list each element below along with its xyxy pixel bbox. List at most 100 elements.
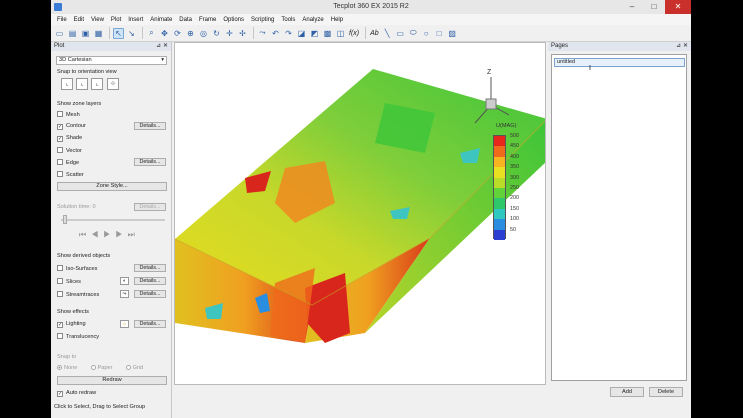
edge-checkbox[interactable]	[57, 159, 63, 165]
menu-analyze[interactable]: Analyze	[302, 17, 323, 23]
menu-edit[interactable]: Edit	[74, 17, 84, 23]
next-frame-icon[interactable]: ▶	[115, 230, 127, 239]
effect-lighting[interactable]: ✓ Lighting	[57, 321, 86, 328]
slice-icon[interactable]: ↶	[270, 28, 281, 39]
mesh-checkbox[interactable]	[57, 111, 63, 117]
snap-paper-radio[interactable]	[90, 365, 96, 370]
page-item-untitled[interactable]: untitled I	[554, 58, 685, 72]
add-streamtrace-icon[interactable]: ⤳	[257, 28, 268, 39]
extract-icon[interactable]: ✢	[237, 28, 248, 39]
twist-rotate-icon[interactable]: ↻	[211, 28, 222, 39]
rollerball-icon[interactable]: ⊕	[185, 28, 196, 39]
solution-details-button[interactable]: Details...	[134, 203, 166, 211]
probe-icon[interactable]: ✛	[224, 28, 235, 39]
menu-file[interactable]: File	[57, 17, 67, 23]
iso-checkbox[interactable]	[57, 265, 63, 271]
layer-edge[interactable]: Edge	[57, 159, 79, 166]
menu-help[interactable]: Help	[331, 17, 343, 23]
snap-yz-icon[interactable]: ⌞	[91, 78, 103, 90]
close-panel-icon[interactable]: ✕	[163, 42, 168, 51]
snap-xy-icon[interactable]: ⌞	[61, 78, 73, 90]
menu-scripting[interactable]: Scripting	[251, 17, 274, 23]
solution-time-slider[interactable]	[61, 215, 165, 224]
slice-tool-icon[interactable]: ◐	[120, 277, 129, 285]
menu-options[interactable]: Options	[223, 17, 244, 23]
selector-arrow-icon[interactable]: ↖	[113, 27, 124, 39]
streamtraces-details-button[interactable]: Details...	[134, 290, 166, 298]
effect-translucency[interactable]: Translucency	[57, 333, 99, 340]
auto-redraw[interactable]: ✓ Auto redraw	[57, 390, 96, 397]
mesh-icon[interactable]: ▩	[322, 28, 333, 39]
contour-details-button[interactable]: Details...	[134, 122, 166, 130]
streamtraces-checkbox[interactable]	[57, 291, 63, 297]
formula-icon[interactable]: f(x)	[348, 28, 360, 39]
plot-icon[interactable]: ◫	[335, 28, 346, 39]
shade-checkbox[interactable]: ✓	[57, 136, 63, 142]
print-icon[interactable]: ▦	[93, 28, 104, 39]
new-layout-icon[interactable]: ▭	[54, 28, 65, 39]
derived-streamtraces[interactable]: Streamtraces	[57, 291, 99, 298]
slider-thumb[interactable]	[63, 215, 67, 224]
layer-contour[interactable]: ✓ Contour	[57, 123, 86, 130]
pages-list[interactable]: untitled I	[551, 54, 687, 381]
first-frame-icon[interactable]: ⏮	[79, 230, 91, 239]
plot-type-select[interactable]: 3D Cartesian ▾	[56, 56, 167, 65]
zoom-icon[interactable]: ⌕	[146, 28, 157, 39]
vector-checkbox[interactable]	[57, 147, 63, 153]
derived-slices[interactable]: Slices	[57, 278, 81, 285]
plot-viewport[interactable]: Z U(MAG) 500 450 400 350 300 250 200 150 100 50	[174, 42, 546, 385]
vector-icon[interactable]: ◩	[309, 28, 320, 39]
contour-label-icon[interactable]: ↷	[283, 28, 294, 39]
lighting-sun-icon[interactable]: ☼	[120, 320, 129, 328]
image-icon[interactable]: ▨	[447, 28, 458, 39]
pin-icon[interactable]: ⊿	[156, 42, 161, 51]
edge-details-button[interactable]: Details...	[134, 158, 166, 166]
layer-scatter[interactable]: Scatter	[57, 171, 84, 178]
snap-iso-icon[interactable]: ⊹	[107, 78, 119, 90]
rotate-icon[interactable]: ⟳	[172, 28, 183, 39]
layer-vector[interactable]: Vector	[57, 147, 82, 154]
layer-mesh[interactable]: Mesh	[57, 111, 80, 118]
contour-checkbox[interactable]: ✓	[57, 124, 63, 130]
derived-iso[interactable]: Iso-Surfaces	[57, 265, 97, 272]
snap-xz-icon[interactable]: ⌞	[76, 78, 88, 90]
spherical-rotate-icon[interactable]: ◎	[198, 28, 209, 39]
open-icon[interactable]: ▤	[67, 28, 78, 39]
lighting-checkbox[interactable]: ✓	[57, 322, 63, 328]
menu-frame[interactable]: Frame	[199, 17, 216, 23]
prev-frame-icon[interactable]: ◀	[91, 230, 103, 239]
scatter-checkbox[interactable]	[57, 171, 63, 177]
snap-none-radio[interactable]	[57, 365, 62, 370]
contour-legend[interactable]: U(MAG) 500 450 400 350 300 250 200 150 100 50	[486, 123, 530, 243]
contour-icon[interactable]: ◪	[296, 28, 307, 39]
lighting-details-button[interactable]: Details...	[134, 320, 166, 328]
redraw-button[interactable]: Redraw	[57, 376, 167, 385]
menu-plot[interactable]: Plot	[111, 17, 121, 23]
pin-icon[interactable]: ⊿	[676, 42, 681, 51]
translate-icon[interactable]: ✥	[159, 28, 170, 39]
text-tool-icon[interactable]: Ab	[369, 28, 380, 39]
save-icon[interactable]: ▣	[80, 28, 91, 39]
adjustor-arrow-icon[interactable]: ↘	[126, 28, 137, 39]
menu-view[interactable]: View	[91, 17, 104, 23]
add-page-button[interactable]: Add	[610, 387, 644, 397]
minimize-button[interactable]: –	[621, 0, 643, 14]
translucency-checkbox[interactable]	[57, 333, 63, 339]
layer-shade[interactable]: ✓ Shade	[57, 135, 82, 142]
slices-checkbox[interactable]	[57, 278, 63, 284]
ellipse-icon[interactable]: ⬭	[408, 28, 419, 39]
menu-animate[interactable]: Animate	[150, 17, 172, 23]
zone-style-button[interactable]: Zone Style...	[57, 182, 167, 191]
menu-data[interactable]: Data	[179, 17, 192, 23]
rectangle-icon[interactable]: ▭	[395, 28, 406, 39]
close-button[interactable]: ✕	[665, 0, 691, 14]
circle-icon[interactable]: ○	[421, 28, 432, 39]
maximize-button[interactable]: □	[643, 0, 665, 14]
auto-redraw-checkbox[interactable]: ✓	[57, 391, 63, 397]
square-icon[interactable]: □	[434, 28, 445, 39]
iso-details-button[interactable]: Details...	[134, 264, 166, 272]
streamtrace-tool-icon[interactable]: ⤳	[120, 290, 129, 298]
close-panel-icon[interactable]: ✕	[683, 42, 688, 51]
snap-grid-radio[interactable]	[125, 365, 131, 370]
slices-details-button[interactable]: Details...	[134, 277, 166, 285]
